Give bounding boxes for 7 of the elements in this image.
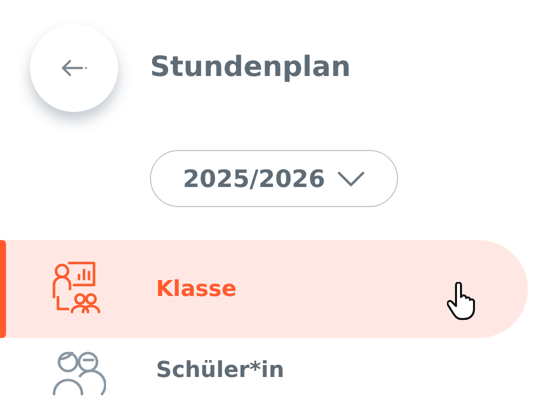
nav-item[interactable]: Schüler*in xyxy=(0,348,528,408)
hand-cursor-icon xyxy=(447,282,477,322)
chevron-down-icon xyxy=(337,170,366,186)
year-dropdown[interactable]: 2025/2026 xyxy=(150,150,398,207)
page-title: Stundenplan xyxy=(150,50,351,82)
back-arrow-icon xyxy=(61,60,87,76)
back-button[interactable] xyxy=(30,24,118,112)
